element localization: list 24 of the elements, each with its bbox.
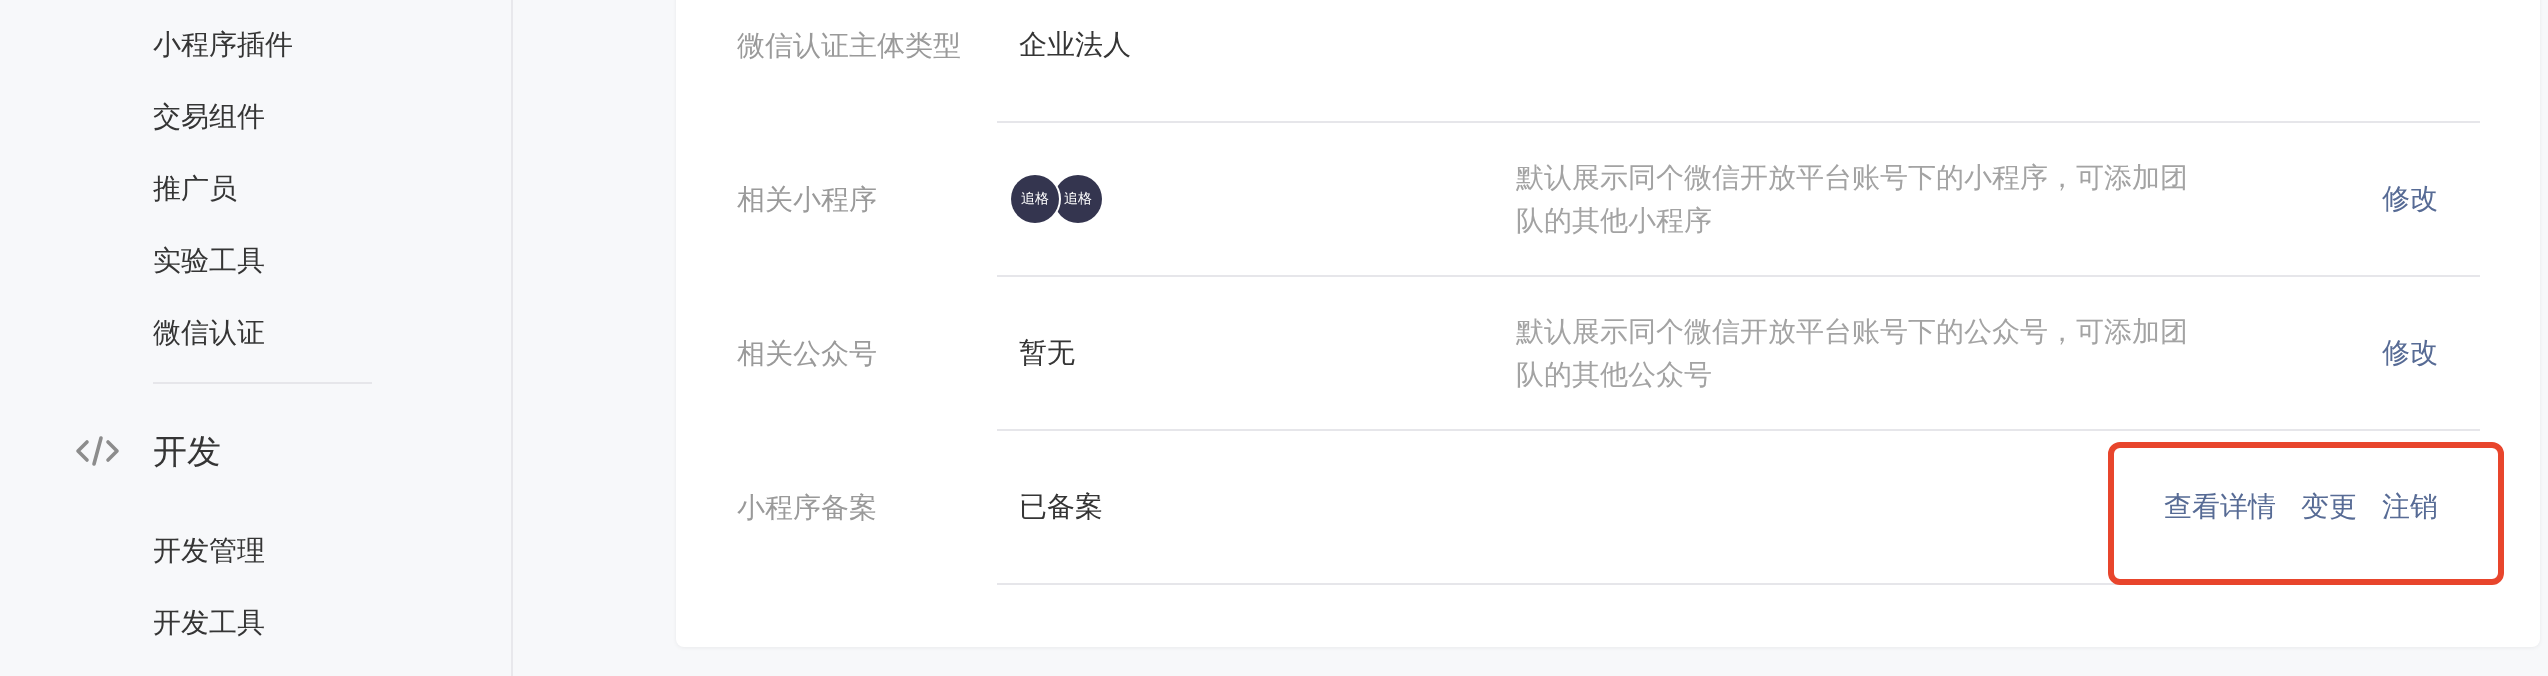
code-icon xyxy=(75,435,120,467)
action-link[interactable]: 注销 xyxy=(2382,487,2438,527)
field-value: 企业法人 xyxy=(1019,28,1131,62)
nav-item[interactable]: 开发管理 xyxy=(153,531,265,571)
field-value: 已备案 xyxy=(1019,490,1103,524)
field-value: 暂无 xyxy=(1019,336,1075,370)
nav-item[interactable]: 小程序插件 xyxy=(153,25,293,65)
field-label: 小程序备案 xyxy=(737,491,877,525)
nav-section-title: 开发 xyxy=(153,431,221,472)
field-label: 相关公众号 xyxy=(737,337,877,371)
nav-item[interactable]: 推广员 xyxy=(153,169,237,209)
field-label: 微信认证主体类型 xyxy=(737,29,961,63)
field-label: 相关小程序 xyxy=(737,183,877,217)
nav-item[interactable]: 微信认证 xyxy=(153,313,265,353)
nav-item[interactable]: 开发工具 xyxy=(153,603,265,643)
action-link[interactable]: 修改 xyxy=(2382,179,2438,219)
field-description: 默认展示同个微信开放平台账号下的公众号，可添加团队的其他公众号 xyxy=(1516,315,2189,392)
app-logo: 追格 xyxy=(1011,175,1059,223)
action-link[interactable]: 查看详情 xyxy=(2164,487,2276,527)
action-link[interactable]: 变更 xyxy=(2301,487,2357,527)
nav-item[interactable]: 交易组件 xyxy=(153,97,265,137)
nav-item[interactable]: 实验工具 xyxy=(153,241,265,281)
action-link[interactable]: 修改 xyxy=(2382,333,2438,373)
field-description: 默认展示同个微信开放平台账号下的小程序，可添加团队的其他小程序 xyxy=(1516,161,2189,238)
